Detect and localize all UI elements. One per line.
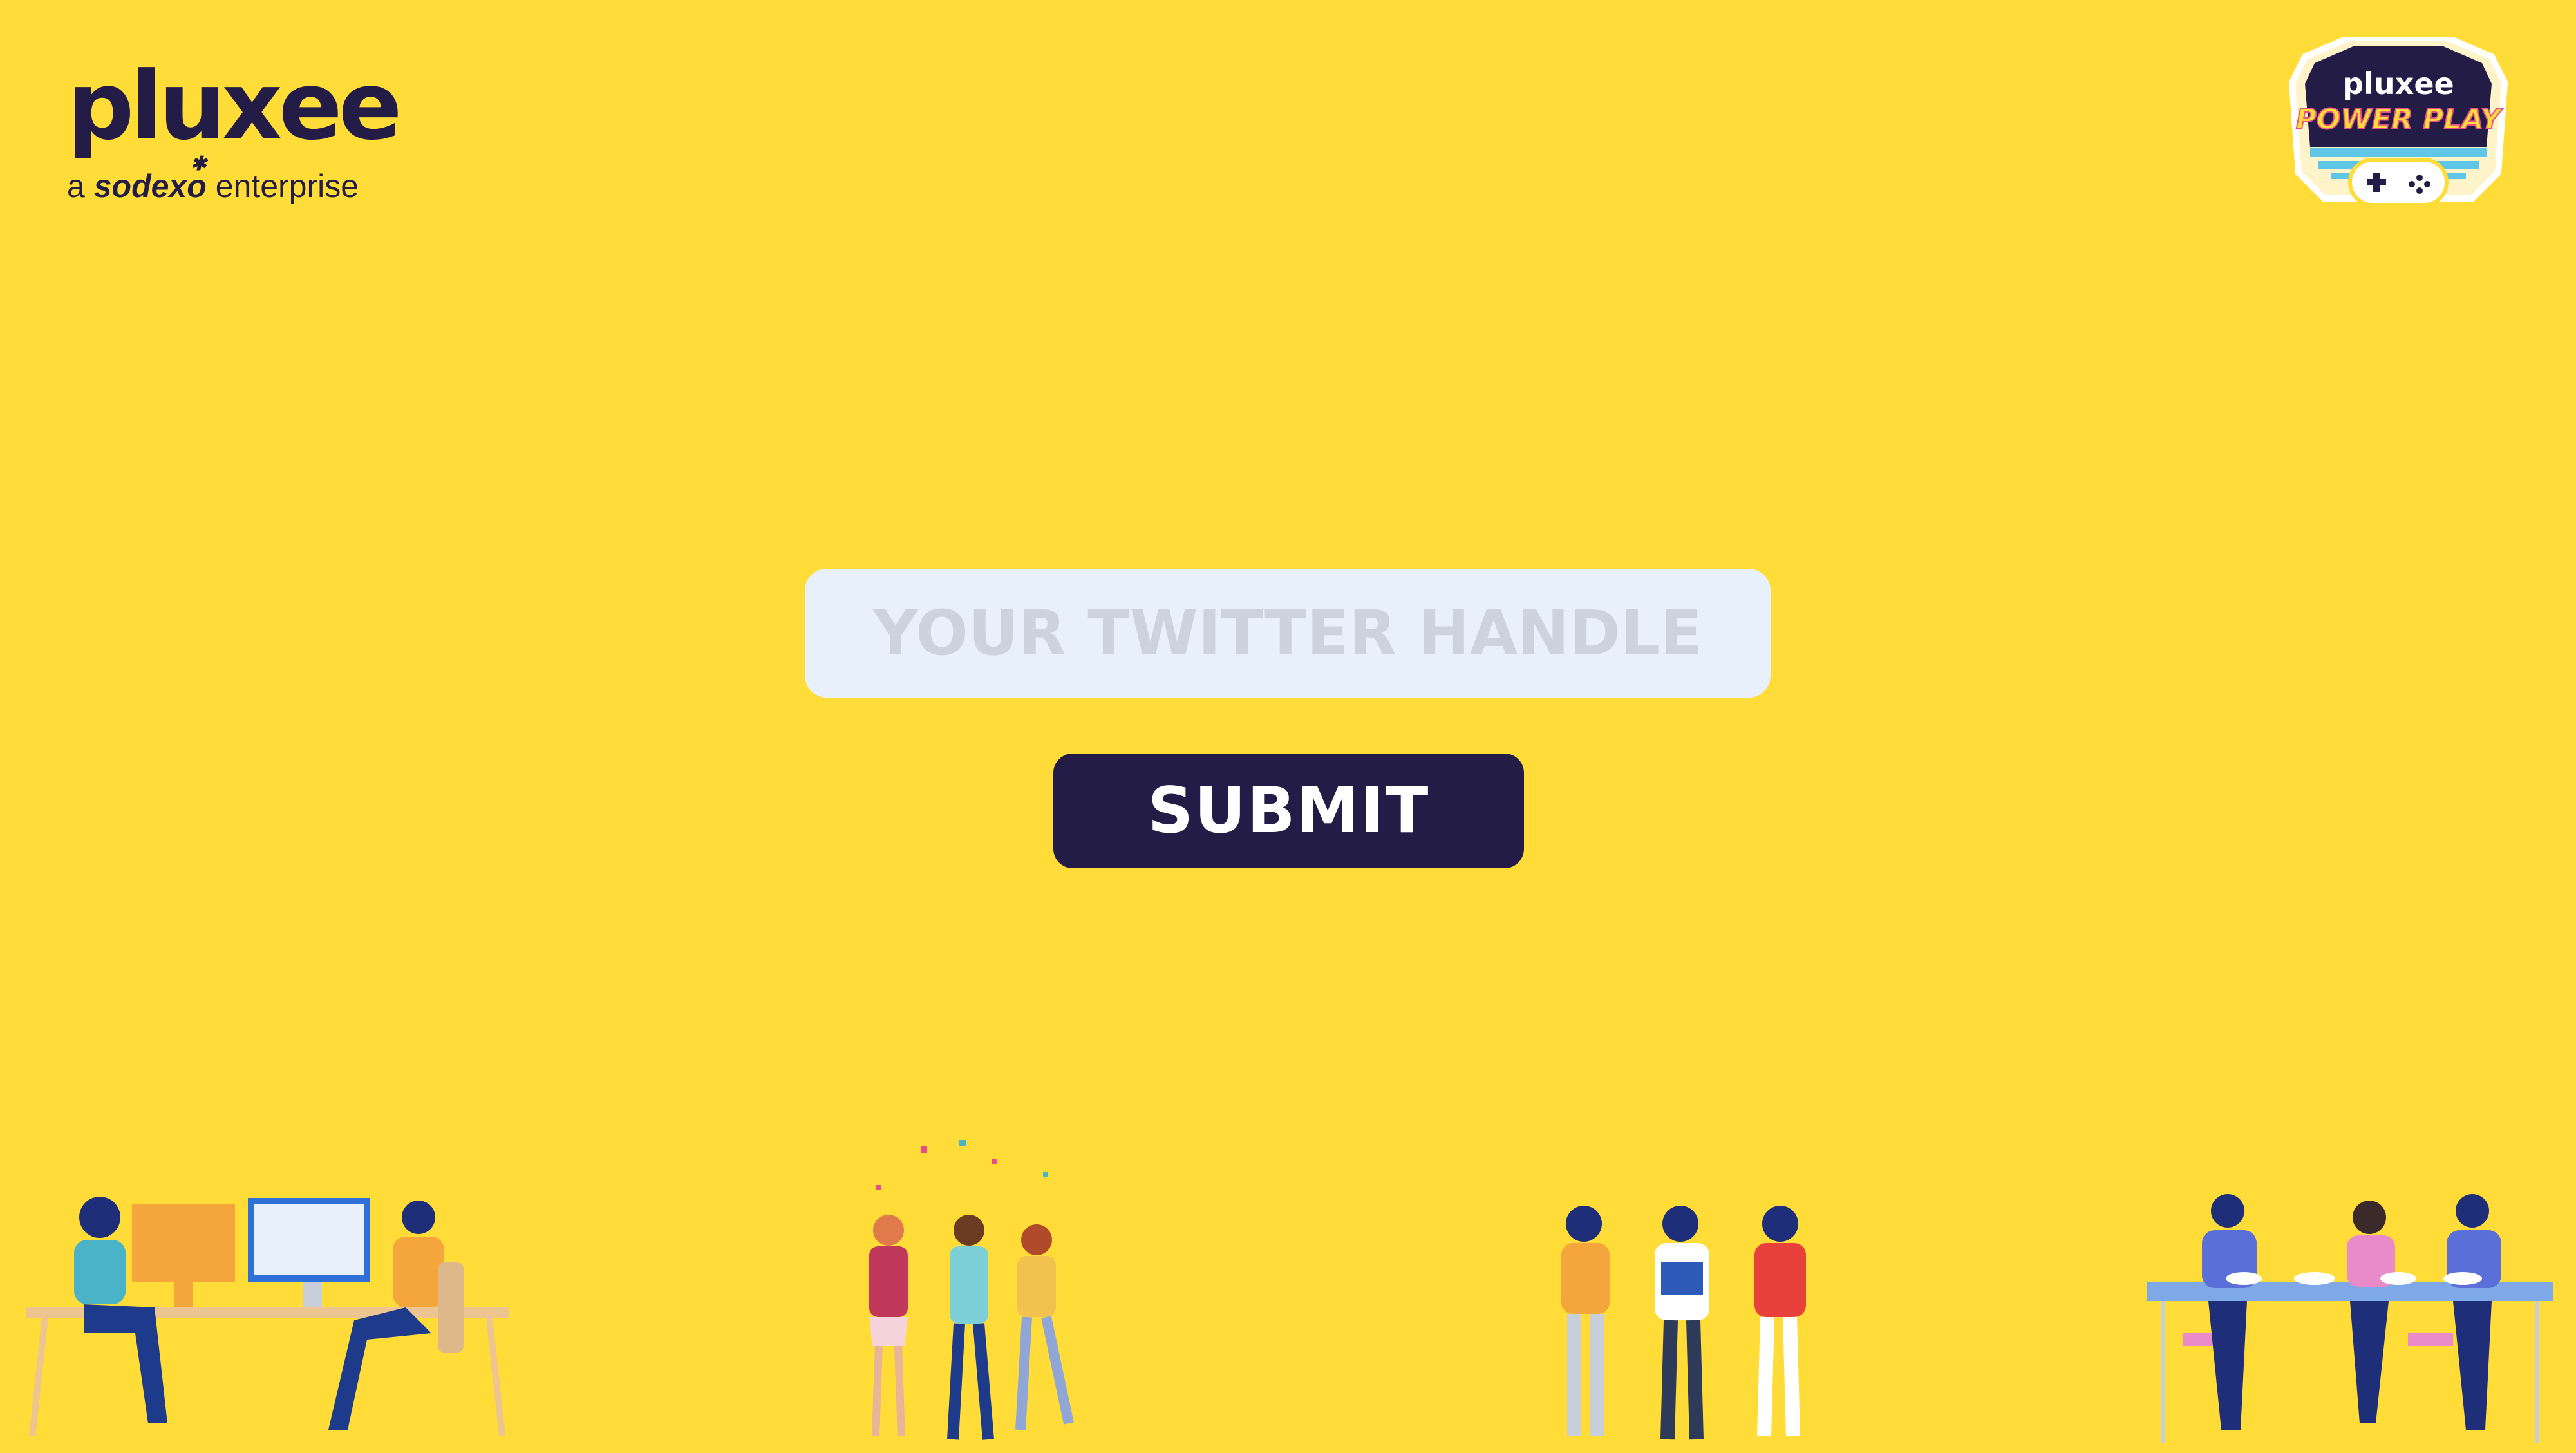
tagline-brand-text: sodexo (93, 168, 207, 204)
friends-illustration (1561, 1206, 1806, 1440)
dinner-illustration (2147, 1194, 2553, 1443)
office-workers-illustration (26, 1197, 509, 1437)
tagline-suffix: enterprise (215, 168, 359, 204)
badge-title: POWER PLAY (2296, 103, 2504, 136)
celebration-illustration (869, 1140, 1074, 1440)
power-play-badge: pluxee POWER PLAY (2288, 37, 2508, 207)
pluxee-logo: pluxee a sodexo ✱ enterprise (67, 52, 402, 205)
tagline-prefix: a (67, 168, 85, 204)
submit-button[interactable]: SUBMIT (1053, 754, 1524, 868)
logo-tagline: a sodexo ✱ enterprise (67, 153, 399, 205)
logo-wordmark: pluxee (67, 52, 402, 161)
badge-brand: pluxee (2342, 66, 2454, 101)
gamepad-icon (2348, 158, 2449, 207)
tagline-brand: sodexo ✱ (93, 153, 207, 204)
sodexo-star-icon: ✱ (190, 153, 207, 175)
twitter-handle-input[interactable] (805, 569, 1771, 698)
